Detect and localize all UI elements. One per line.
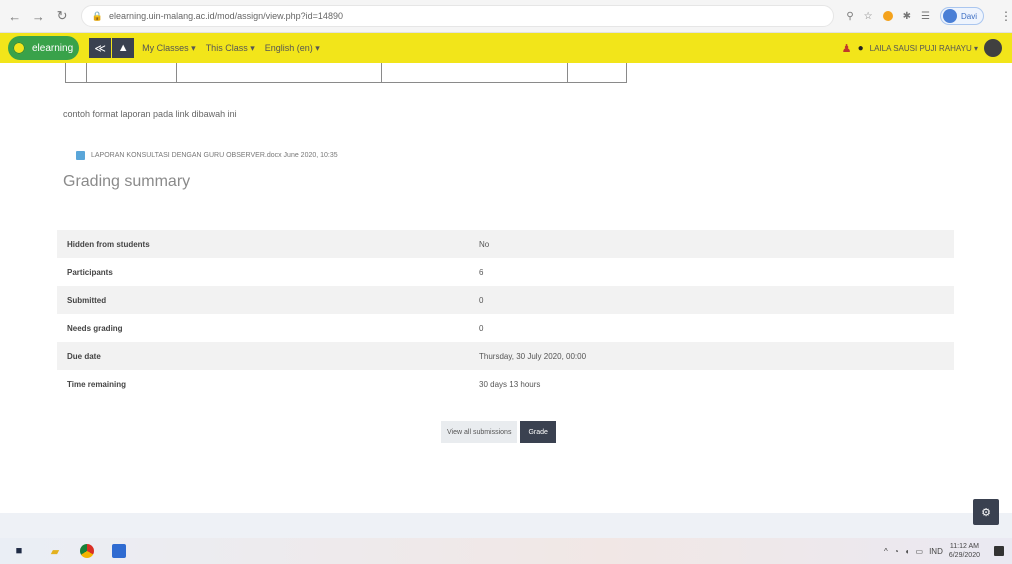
row-label: Needs grading [67, 323, 123, 333]
attachment-link[interactable]: LAPORAN KONSULTASI DENGAN GURU OBSERVER.… [76, 151, 338, 160]
zoom-icon[interactable]: ⚲ [846, 11, 853, 22]
user-area: ♟ ● LAILA SAUSI PUJI RAHAYU ▾ [842, 39, 1002, 57]
site-navbar: elearning ≪ ▲ My Classes ▾ This Class ▾ … [0, 33, 1012, 63]
row-label: Time remaining [67, 379, 126, 389]
brand-name: elearning [32, 42, 74, 54]
user-name[interactable]: LAILA SAUSI PUJI RAHAYU ▾ [870, 44, 978, 53]
table-row: Participants 6 [57, 258, 954, 286]
row-label: Due date [57, 342, 469, 370]
windows-start-icon[interactable]: ■ [12, 544, 26, 558]
row-label: Submitted [57, 286, 469, 314]
site-brand[interactable]: elearning [8, 36, 80, 60]
collapse-up-icon[interactable]: ▲ [112, 38, 135, 58]
reload-icon[interactable]: ↻ [53, 7, 71, 25]
puzzle-extension-icon[interactable]: ✱ [903, 11, 911, 22]
row-value: 0 [469, 286, 954, 314]
battery-icon[interactable]: ▭ [916, 547, 924, 556]
tray-chevron-icon[interactable]: ^ [884, 547, 888, 556]
view-all-submissions-button[interactable]: View all submissions [441, 421, 518, 443]
menu-my-classes[interactable]: My Classes ▾ [142, 43, 196, 54]
volume-icon[interactable]: ◖ [905, 547, 910, 556]
table-row: Due date Thursday, 30 July 2020, 00:00 [57, 342, 954, 370]
assignment-note: contoh format laporan pada link dibawah … [63, 109, 237, 119]
row-value: 0 [479, 323, 484, 333]
browser-menu-icon[interactable]: ⋮ [1000, 9, 1012, 23]
profile-label: Davi [960, 11, 977, 21]
row-value: 6 [479, 267, 484, 277]
document-file-icon [76, 151, 85, 160]
collapse-left-icon[interactable]: ≪ [89, 38, 112, 58]
attachment-name[interactable]: LAPORAN KONSULTASI DENGAN GURU OBSERVER.… [91, 152, 338, 159]
chrome-taskbar-icon[interactable] [80, 544, 94, 558]
row-value: No [469, 230, 954, 258]
back-arrow-icon[interactable]: ← [6, 7, 24, 25]
url-text: elearning.uin-malang.ac.id/mod/assign/vi… [109, 11, 343, 21]
action-center-icon[interactable] [994, 546, 1004, 556]
clock-time: 11:12 AM [949, 543, 979, 550]
bookmark-star-icon[interactable]: ☆ [864, 11, 873, 22]
browser-toolbar: ← → ↻ 🔒 elearning.uin-malang.ac.id/mod/a… [0, 0, 1012, 33]
grading-actions: View all submissions Grade [441, 421, 556, 443]
system-tray: ^ ◔ ◖ ▭ IND 11:12 AM 6/29/2020 [884, 542, 1004, 560]
notification-bell-icon[interactable]: ♟ [842, 42, 852, 55]
reading-list-icon[interactable]: ☰ [921, 11, 930, 22]
row-label: Participants [67, 267, 113, 277]
word-app-icon[interactable] [112, 544, 126, 558]
drawer-toggle: ≪ ▲ [89, 38, 135, 58]
row-value: Thursday, 30 July 2020, 00:00 [469, 342, 954, 370]
grading-summary-table: Hidden from students No Participants 6 S… [57, 230, 954, 398]
language-indicator[interactable]: IND [929, 547, 943, 556]
previous-table-bottom [65, 63, 627, 83]
menu-this-class[interactable]: This Class ▾ [206, 43, 255, 54]
menu-language[interactable]: English (en) ▾ [265, 43, 320, 54]
os-taskbar: ■ ▰ ^ ◔ ◖ ▭ IND 11:12 AM 6/29/2020 [0, 538, 1012, 564]
profile-button[interactable]: Davi [939, 7, 984, 25]
grade-button[interactable]: Grade [520, 421, 556, 443]
extension-icons: ⚲ ☆ ✱ ☰ Davi ⋮ [846, 7, 1012, 25]
clock-date: 6/29/2020 [948, 552, 980, 559]
user-avatar[interactable] [984, 39, 1002, 57]
help-gear-icon[interactable]: ⚙ [973, 499, 999, 525]
row-value: 30 days 13 hours [479, 379, 541, 389]
elearning-logo-icon [10, 39, 28, 57]
network-icon[interactable]: ◔ [894, 547, 899, 556]
table-row: Hidden from students No [57, 230, 954, 258]
forward-arrow-icon[interactable]: → [30, 7, 48, 25]
file-explorer-icon[interactable]: ▰ [48, 544, 62, 558]
row-label: Hidden from students [57, 230, 469, 258]
lock-icon: 🔒 [91, 10, 104, 21]
grading-summary-heading: Grading summary [63, 173, 191, 190]
table-row: Needs grading 0 [57, 314, 954, 342]
profile-avatar-icon [942, 9, 957, 23]
system-clock[interactable]: 11:12 AM 6/29/2020 [949, 542, 980, 560]
table-row: Submitted 0 [57, 286, 954, 314]
table-row: Time remaining 30 days 13 hours [57, 370, 954, 398]
messages-icon[interactable]: ● [858, 43, 864, 54]
extension-icon[interactable] [882, 11, 893, 21]
page-footer [0, 513, 1012, 538]
address-bar[interactable]: 🔒 elearning.uin-malang.ac.id/mod/assign/… [80, 5, 835, 27]
main-content: contoh format laporan pada link dibawah … [0, 63, 1012, 513]
nav-menu: My Classes ▾ This Class ▾ English (en) ▾ [142, 43, 320, 54]
